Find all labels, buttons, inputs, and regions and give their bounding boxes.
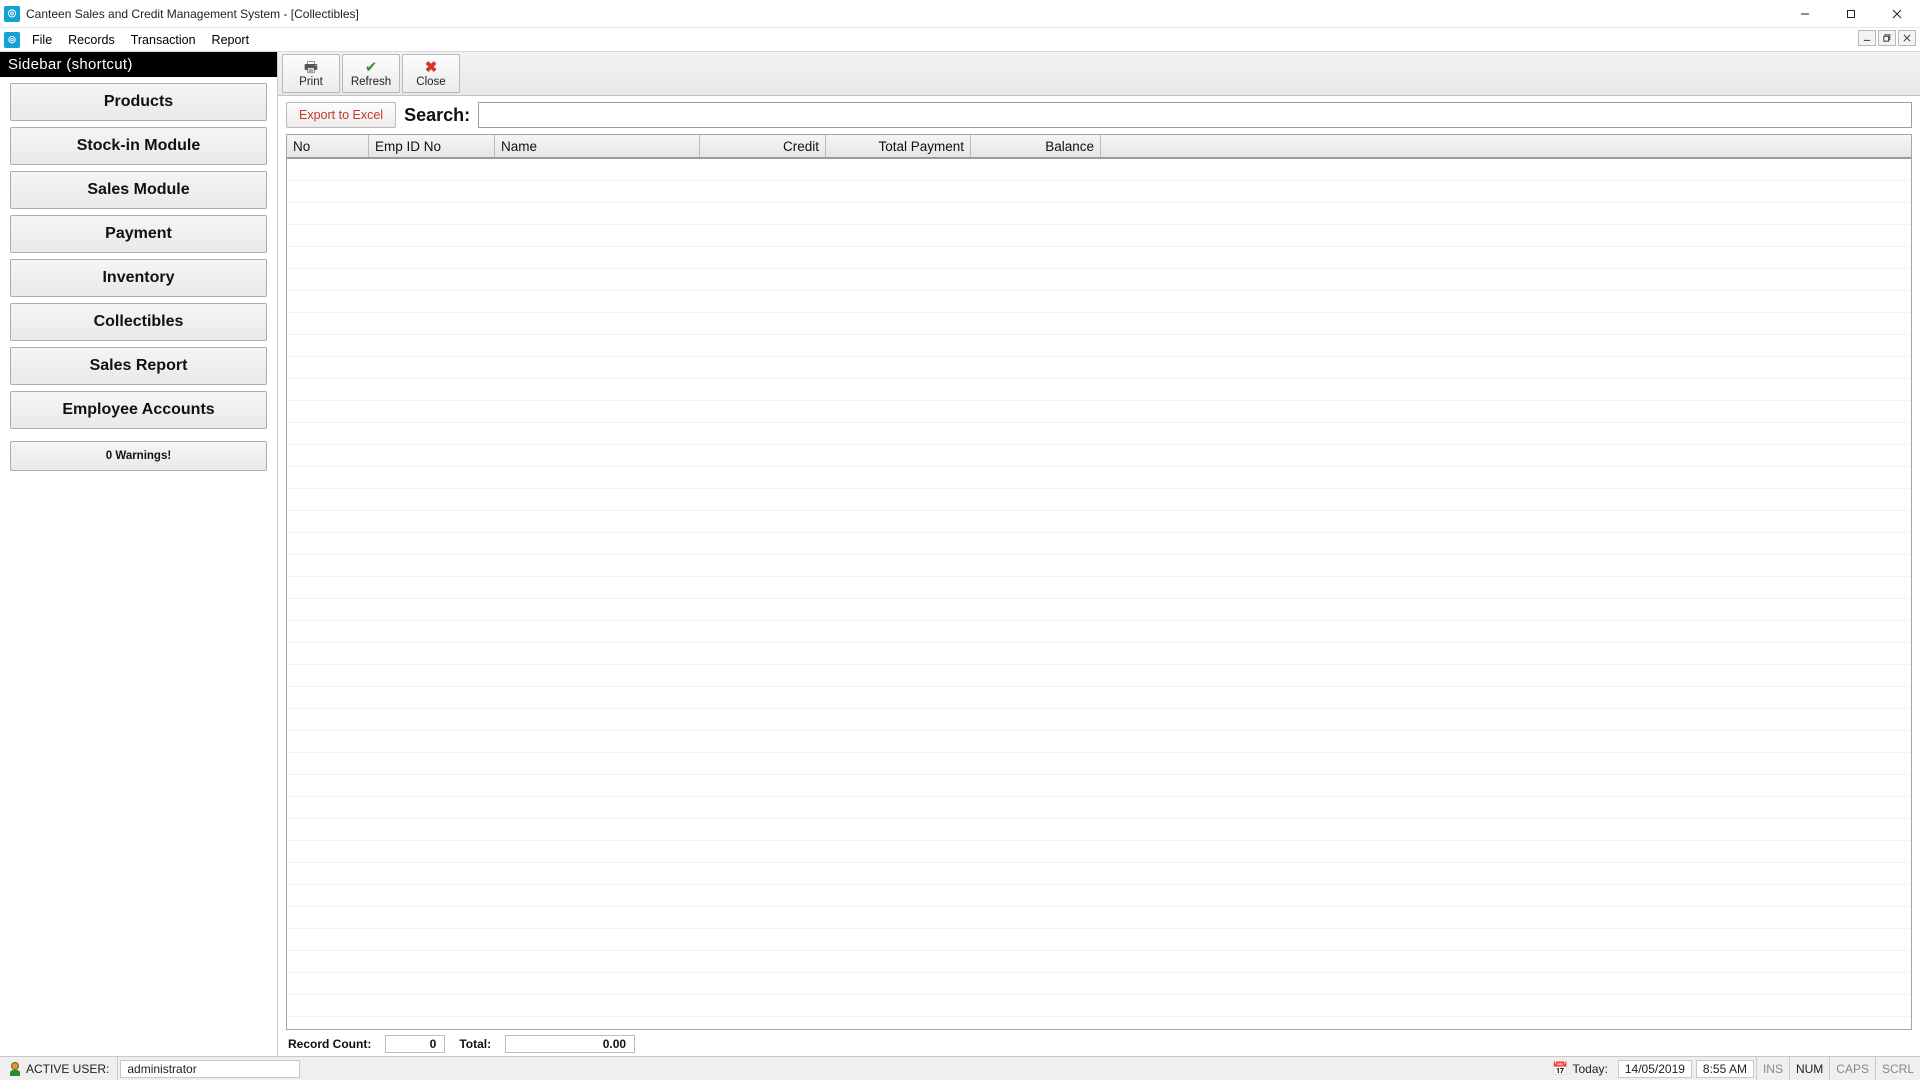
print-button[interactable]: 🖶 Print [282, 54, 340, 93]
today-time: 8:55 AM [1696, 1060, 1754, 1078]
toolbar: 🖶 Print ✔ Refresh ✖ Close [278, 52, 1920, 96]
status-scrl: SCRL [1875, 1057, 1920, 1080]
sidebar-collectibles[interactable]: Collectibles [10, 303, 267, 341]
main-area: 🖶 Print ✔ Refresh ✖ Close Export to Exce… [278, 52, 1920, 1056]
grid-header: No Emp ID No Name Credit Total Payment B… [287, 135, 1911, 159]
status-caps: CAPS [1829, 1057, 1875, 1080]
window-title: Canteen Sales and Credit Management Syst… [26, 7, 1782, 21]
mdi-restore-button[interactable] [1878, 30, 1896, 46]
sidebar-sales-report[interactable]: Sales Report [10, 347, 267, 385]
close-window-button[interactable] [1874, 0, 1920, 28]
status-user-segment: ACTIVE USER: [0, 1057, 118, 1080]
statusbar: ACTIVE USER: administrator 📅 Today: 14/0… [0, 1056, 1920, 1080]
sidebar-employee-accounts[interactable]: Employee Accounts [10, 391, 267, 429]
col-spacer [1101, 135, 1911, 157]
record-count-label: Record Count: [288, 1037, 371, 1051]
col-balance[interactable]: Balance [971, 135, 1101, 157]
sidebar: Sidebar (shortcut) Products Stock-in Mod… [0, 52, 278, 1056]
refresh-button[interactable]: ✔ Refresh [342, 54, 400, 93]
total-value: 0.00 [505, 1035, 635, 1053]
status-num: NUM [1789, 1057, 1829, 1080]
today-date: 14/05/2019 [1618, 1060, 1692, 1078]
sidebar-inventory[interactable]: Inventory [10, 259, 267, 297]
close-button[interactable]: ✖ Close [402, 54, 460, 93]
print-label: Print [299, 76, 323, 88]
status-ins: INS [1756, 1057, 1789, 1080]
calendar-icon: 📅 [1552, 1062, 1568, 1075]
sidebar-sales-module[interactable]: Sales Module [10, 171, 267, 209]
close-label: Close [416, 76, 445, 88]
minimize-button[interactable] [1782, 0, 1828, 28]
check-icon: ✔ [365, 60, 378, 76]
sidebar-products[interactable]: Products [10, 83, 267, 121]
search-row: Export to Excel Search: [278, 96, 1920, 134]
col-emp-id[interactable]: Emp ID No [369, 135, 495, 157]
total-label: Total: [459, 1037, 491, 1051]
search-label: Search: [404, 105, 470, 126]
app-icon: ◎ [4, 6, 20, 22]
menu-report[interactable]: Report [204, 31, 258, 49]
mdi-window-controls [1858, 30, 1916, 46]
export-excel-button[interactable]: Export to Excel [286, 102, 396, 128]
search-input[interactable] [478, 102, 1912, 128]
close-icon: ✖ [425, 60, 438, 76]
sidebar-header: Sidebar (shortcut) [0, 52, 277, 77]
active-user-value: administrator [120, 1060, 300, 1078]
grid-footer: Record Count: 0 Total: 0.00 [278, 1032, 1920, 1056]
mdi-close-button[interactable] [1898, 30, 1916, 46]
maximize-button[interactable] [1828, 0, 1874, 28]
sidebar-stock-in[interactable]: Stock-in Module [10, 127, 267, 165]
print-icon: 🖶 [304, 60, 318, 76]
sidebar-payment[interactable]: Payment [10, 215, 267, 253]
app-icon-small: ◎ [4, 32, 20, 48]
menubar: ◎ File Records Transaction Report [0, 28, 1920, 52]
active-user-label: ACTIVE USER: [26, 1062, 109, 1076]
data-grid[interactable]: No Emp ID No Name Credit Total Payment B… [286, 134, 1912, 1030]
sidebar-warnings[interactable]: 0 Warnings! [10, 441, 267, 471]
status-today-segment: 📅 Today: [1544, 1057, 1616, 1080]
col-total[interactable]: Total Payment [826, 135, 971, 157]
col-credit[interactable]: Credit [700, 135, 826, 157]
refresh-label: Refresh [351, 76, 391, 88]
mdi-minimize-button[interactable] [1858, 30, 1876, 46]
titlebar: ◎ Canteen Sales and Credit Management Sy… [0, 0, 1920, 28]
user-icon [8, 1062, 22, 1076]
grid-body[interactable] [287, 159, 1911, 1029]
col-name[interactable]: Name [495, 135, 700, 157]
col-no[interactable]: No [287, 135, 369, 157]
record-count-value: 0 [385, 1035, 445, 1053]
menu-file[interactable]: File [24, 31, 60, 49]
menu-records[interactable]: Records [60, 31, 123, 49]
today-label: Today: [1573, 1062, 1608, 1076]
menu-transaction[interactable]: Transaction [123, 31, 204, 49]
